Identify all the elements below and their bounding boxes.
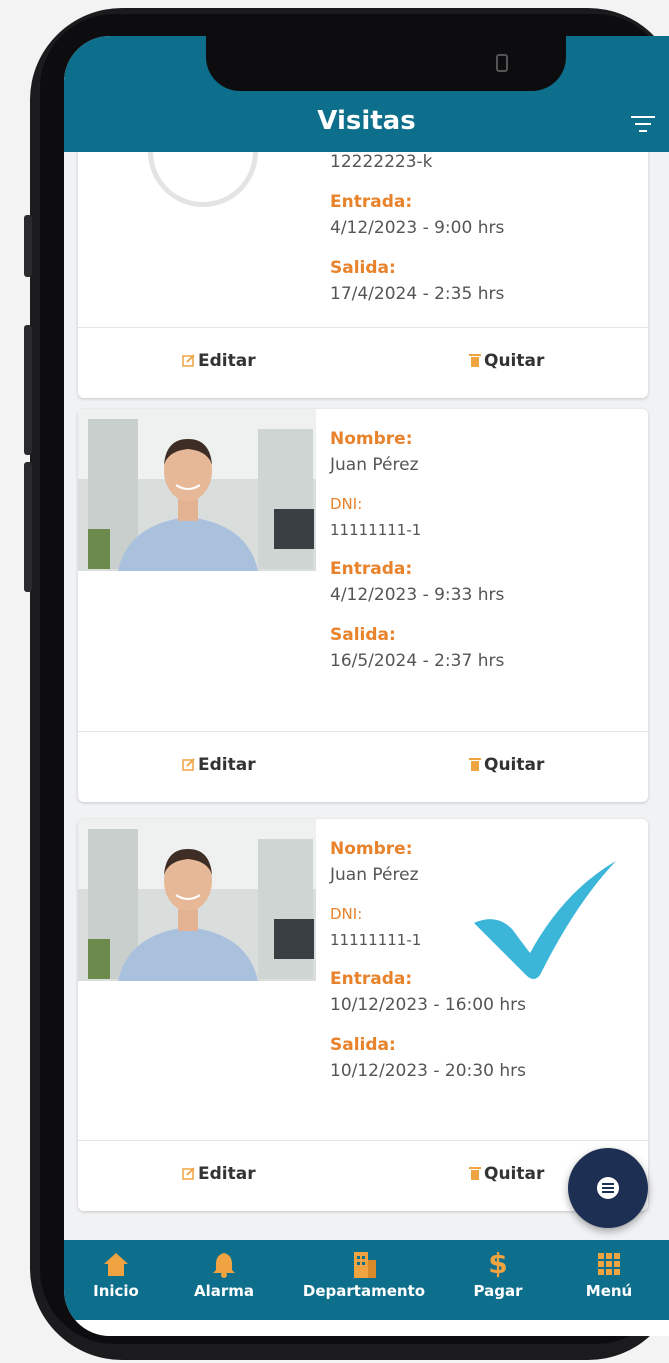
nav-label: Pagar <box>473 1282 523 1300</box>
remove-label: Quitar <box>484 351 545 371</box>
dni-value: 12222223-k <box>330 152 433 172</box>
remove-label: Quitar <box>484 1164 545 1184</box>
nombre-value: Juan Pérez <box>330 455 419 475</box>
entrada-value: 4/12/2023 - 9:33 hrs <box>330 585 505 605</box>
building-icon <box>354 1252 376 1278</box>
person-photo <box>78 409 316 571</box>
card-actions: Editar Quitar <box>78 731 648 802</box>
nombre-label: Nombre: <box>330 429 413 449</box>
nombre-label: Nombre: <box>330 839 413 859</box>
visit-card: Nombre: Juan Pérez DNI: 11111111-1 Entra… <box>78 819 648 1211</box>
edit-icon <box>182 354 195 367</box>
card-actions: Editar Quitar <box>78 327 648 398</box>
bell-icon <box>213 1253 235 1278</box>
visit-info: 12222223-k Entrada: 4/12/2023 - 9:00 hrs… <box>330 152 504 304</box>
visitor-photo <box>78 409 316 571</box>
filter-icon[interactable] <box>631 116 655 134</box>
page-title: Visitas <box>317 106 416 136</box>
bottom-nav: Inicio Alarma Departamento $ Pagar Menú <box>64 1240 669 1320</box>
person-photo <box>78 819 316 981</box>
dni-label: DNI: <box>330 495 363 513</box>
dni-value: 11111111-1 <box>330 521 422 539</box>
visit-info: Nombre: Juan Pérez DNI: 11111111-1 Entra… <box>330 429 504 671</box>
nav-item-menu[interactable]: Menú <box>584 1250 634 1300</box>
nav-label: Menú <box>585 1282 633 1300</box>
salida-value: 16/5/2024 - 2:37 hrs <box>330 651 505 671</box>
entrada-label: Entrada: <box>330 559 413 579</box>
remove-button[interactable]: Quitar <box>468 1164 544 1184</box>
edit-label: Editar <box>198 755 256 775</box>
remove-button[interactable]: Quitar <box>468 351 544 371</box>
phone-volume-up-button <box>24 325 32 455</box>
camera-icon <box>496 54 508 72</box>
app-screen: Visitas 12222223-k Entrada: 4/12/2023 - … <box>64 36 669 1336</box>
visit-card: Nombre: Juan Pérez DNI: 11111111-1 Entra… <box>78 409 648 802</box>
salida-label: Salida: <box>330 258 396 278</box>
nav-item-alarma[interactable]: Alarma <box>186 1250 262 1300</box>
entrada-label: Entrada: <box>330 192 413 212</box>
remove-label: Quitar <box>484 755 545 775</box>
salida-value: 10/12/2023 - 20:30 hrs <box>330 1061 526 1081</box>
list-icon <box>597 1177 619 1199</box>
grid-icon <box>598 1253 620 1275</box>
trash-icon <box>469 758 481 771</box>
nav-label: Inicio <box>93 1282 139 1300</box>
edit-label: Editar <box>198 351 256 371</box>
home-indicator-area <box>64 1320 669 1336</box>
avatar-placeholder-icon <box>148 152 258 207</box>
salida-label: Salida: <box>330 1035 396 1055</box>
nav-label: Alarma <box>193 1282 255 1300</box>
edit-label: Editar <box>198 1164 256 1184</box>
edit-button[interactable]: Editar <box>182 755 256 775</box>
edit-button[interactable]: Editar <box>182 351 256 371</box>
edit-icon <box>182 1167 195 1180</box>
dollar-icon: $ <box>488 1247 508 1280</box>
nav-item-departamento[interactable]: Departamento <box>296 1250 432 1300</box>
trash-icon <box>469 354 481 367</box>
visitor-photo <box>78 819 316 981</box>
trash-icon <box>469 1167 481 1180</box>
edit-icon <box>182 758 195 771</box>
visits-list[interactable]: 12222223-k Entrada: 4/12/2023 - 9:00 hrs… <box>64 152 669 1242</box>
nav-item-pagar[interactable]: $ Pagar <box>468 1247 528 1301</box>
entrada-value: 10/12/2023 - 16:00 hrs <box>330 995 526 1015</box>
card-actions: Editar Quitar <box>78 1140 648 1211</box>
list-fab-button[interactable] <box>568 1148 648 1228</box>
edit-button[interactable]: Editar <box>182 1164 256 1184</box>
nav-item-inicio[interactable]: Inicio <box>86 1250 146 1300</box>
salida-label: Salida: <box>330 625 396 645</box>
phone-mute-button <box>24 215 32 277</box>
nav-label: Departamento <box>302 1282 426 1300</box>
app-header: Visitas <box>64 96 669 152</box>
phone-volume-down-button <box>24 462 32 592</box>
notch <box>206 36 566 91</box>
remove-button[interactable]: Quitar <box>468 755 544 775</box>
visit-card: 12222223-k Entrada: 4/12/2023 - 9:00 hrs… <box>78 152 648 398</box>
home-icon <box>104 1253 128 1276</box>
checkmark-icon <box>474 861 616 979</box>
entrada-value: 4/12/2023 - 9:00 hrs <box>330 218 505 238</box>
salida-value: 17/4/2024 - 2:35 hrs <box>330 284 505 304</box>
